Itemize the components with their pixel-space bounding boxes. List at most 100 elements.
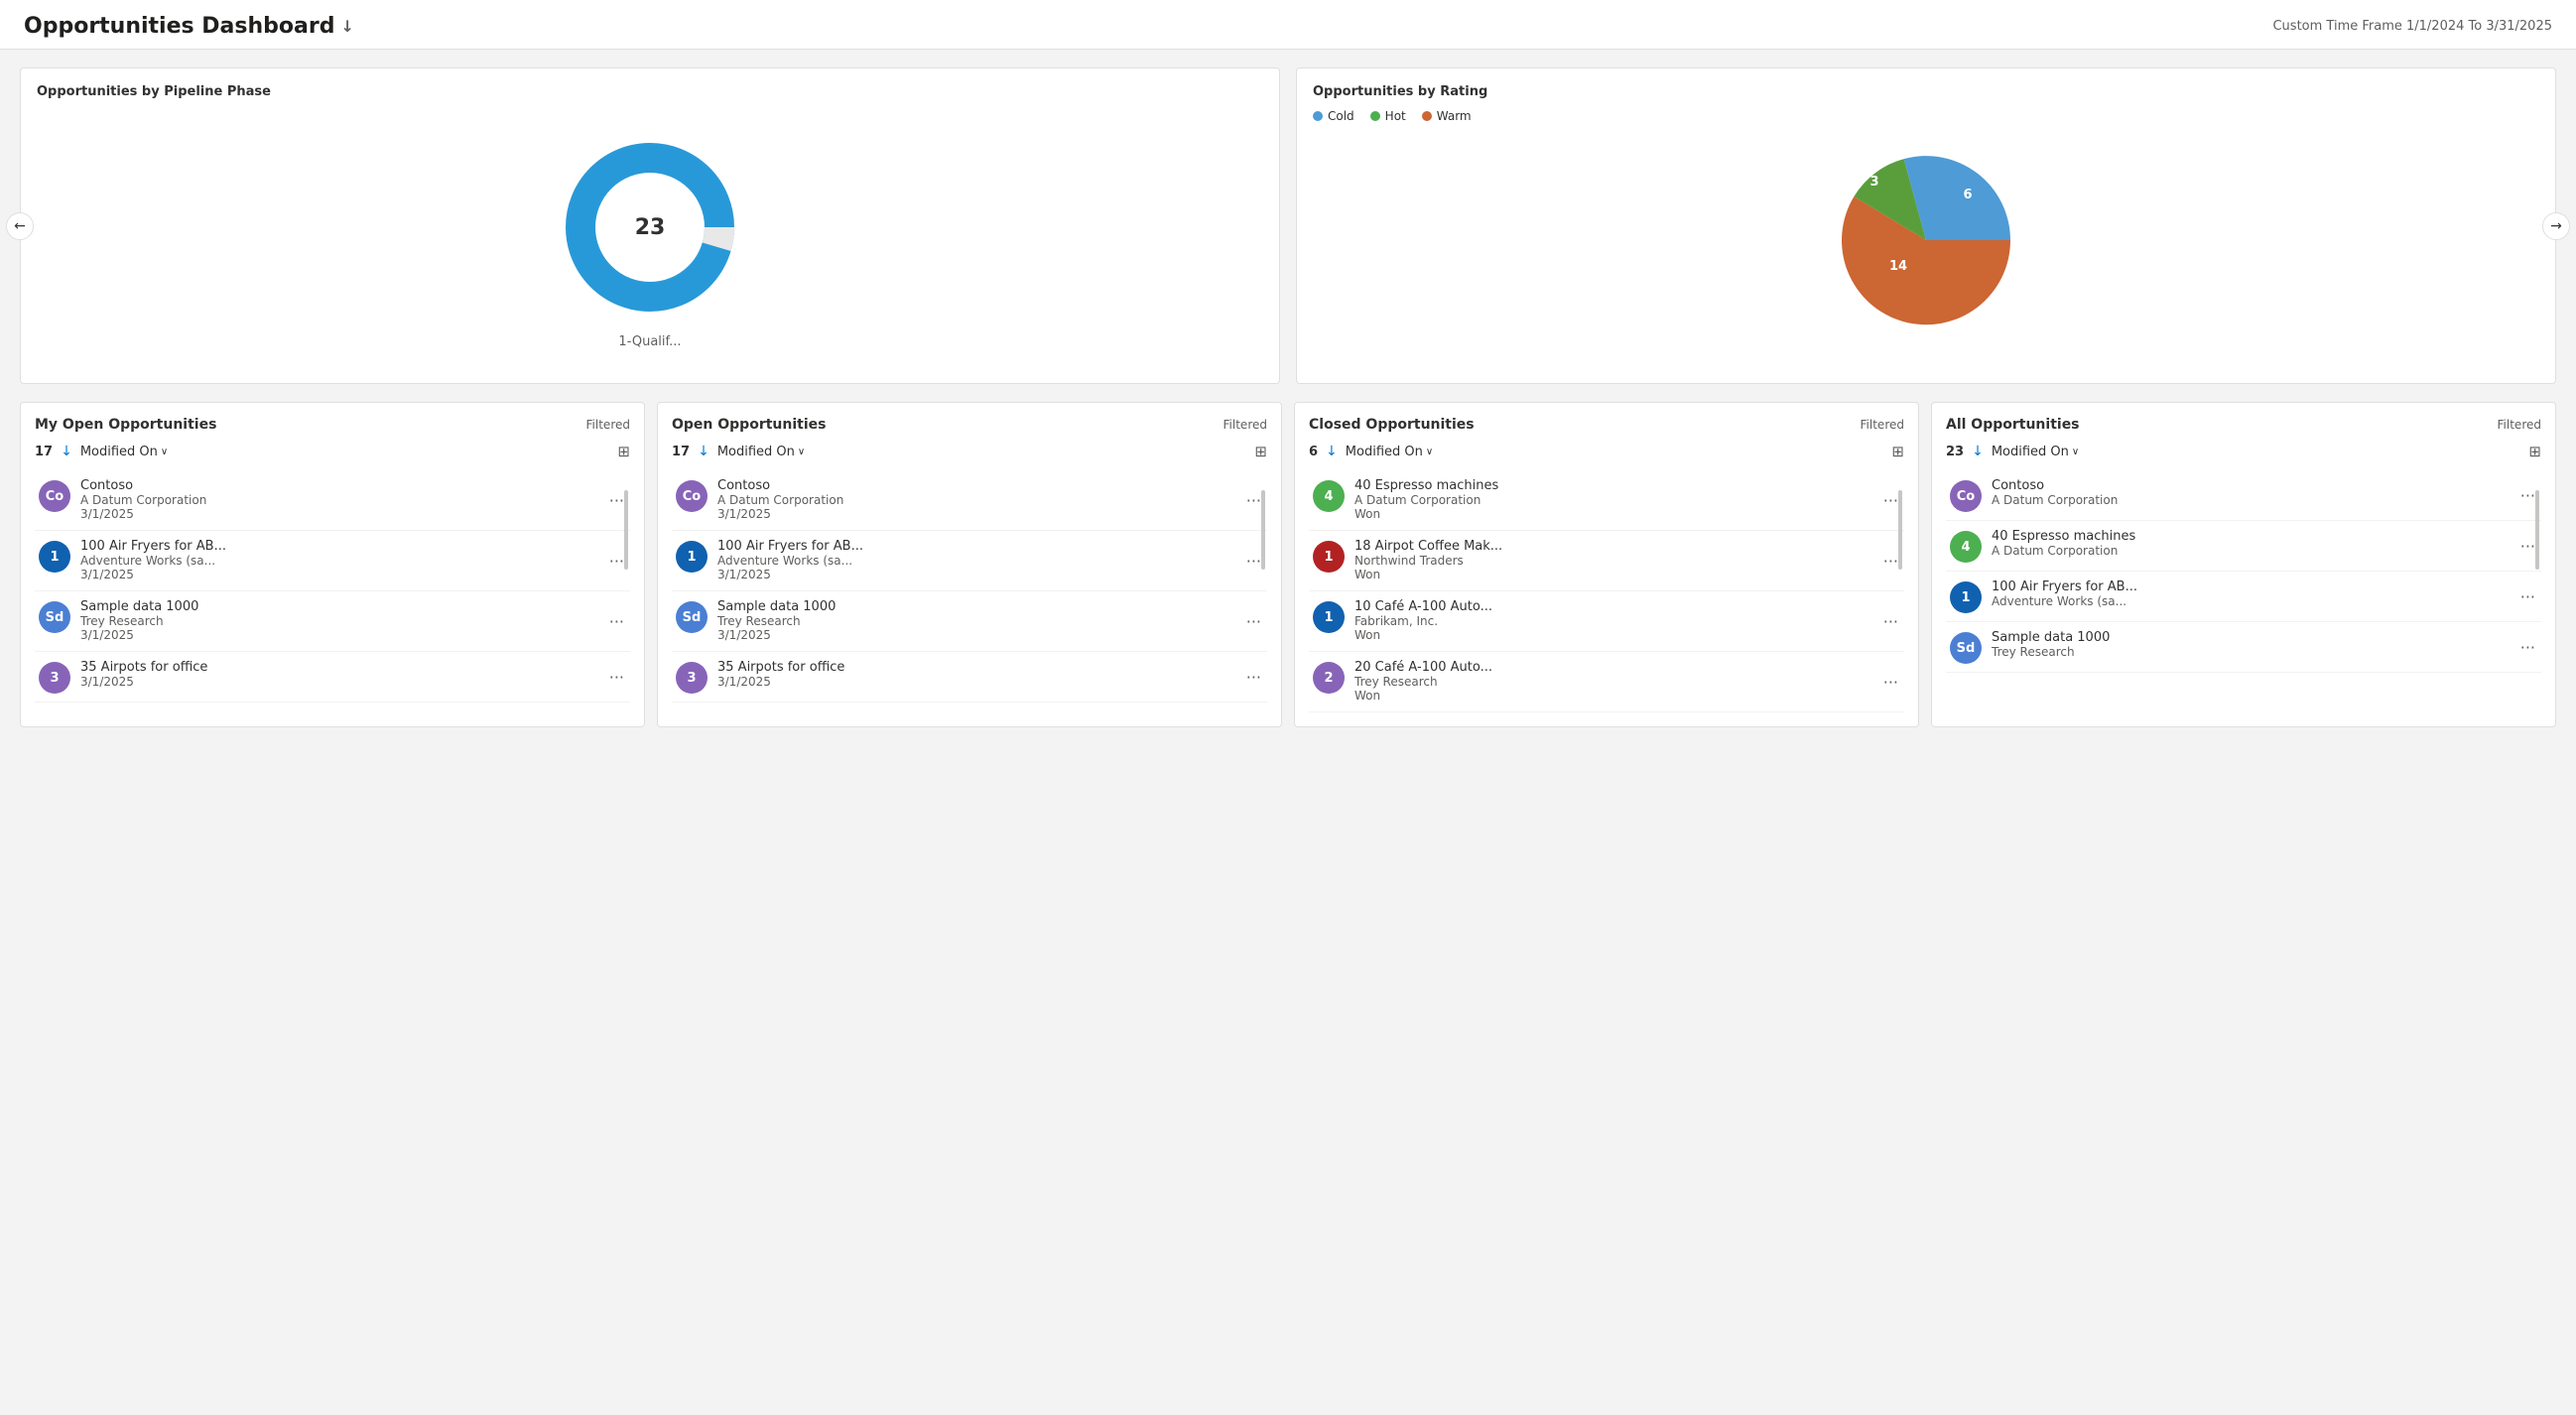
list-scrollbar-closed[interactable] <box>1898 490 1902 570</box>
list-item-all-1[interactable]: 4 40 Espresso machines A Datum Corporati… <box>1946 521 2541 572</box>
list-item-closed-1[interactable]: 1 18 Airpot Coffee Mak... Northwind Trad… <box>1309 531 1904 591</box>
item-sub-all-3: Trey Research <box>1992 645 2509 659</box>
list-header-my-open: My Open Opportunities Filtered <box>35 417 630 433</box>
list-item-closed-3[interactable]: 2 20 Café A-100 Auto... Trey Research Wo… <box>1309 652 1904 712</box>
list-filtered-open: Filtered <box>1224 418 1267 432</box>
item-more-my-open-2[interactable]: ··· <box>607 612 626 631</box>
title-dropdown-icon[interactable]: ↓ <box>340 17 353 36</box>
list-item-my-open-3[interactable]: 3 35 Airpots for office 3/1/2025 ··· <box>35 652 630 703</box>
page-title: Opportunities Dashboard <box>24 14 334 39</box>
sort-label-open[interactable]: Modified On ∨ <box>717 445 805 459</box>
item-name-open-3: 35 Airpots for office <box>717 660 1234 675</box>
sort-arrow-closed[interactable]: ↓ <box>1326 444 1338 459</box>
svg-text:23: 23 <box>635 215 666 240</box>
list-filtered-my-open: Filtered <box>586 418 630 432</box>
lists-row: My Open Opportunities Filtered 17 ↓ Modi… <box>20 402 2556 727</box>
list-item-open-2[interactable]: Sd Sample data 1000 Trey Research 3/1/20… <box>672 591 1267 652</box>
view-icon-closed[interactable]: ⊞ <box>1891 443 1904 460</box>
item-name-closed-2: 10 Café A-100 Auto... <box>1354 599 1871 614</box>
list-title-all: All Opportunities <box>1946 417 2080 433</box>
item-info-all-3: Sample data 1000 Trey Research <box>1992 630 2509 659</box>
item-more-my-open-3[interactable]: ··· <box>607 668 626 687</box>
list-item-closed-2[interactable]: 1 10 Café A-100 Auto... Fabrikam, Inc. W… <box>1309 591 1904 652</box>
list-filtered-all: Filtered <box>2498 418 2541 432</box>
list-item-all-0[interactable]: Co Contoso A Datum Corporation ··· <box>1946 470 2541 521</box>
sort-label-all[interactable]: Modified On ∨ <box>1992 445 2079 459</box>
item-status-closed-0: Won <box>1354 507 1380 521</box>
sort-arrow-my-open[interactable]: ↓ <box>61 444 72 459</box>
item-date-my-open-2: 3/1/2025 <box>80 628 134 642</box>
list-item-my-open-2[interactable]: Sd Sample data 1000 Trey Research 3/1/20… <box>35 591 630 652</box>
pipeline-chart-title: Opportunities by Pipeline Phase <box>37 84 1263 99</box>
sort-label-closed[interactable]: Modified On ∨ <box>1346 445 1433 459</box>
item-more-all-3[interactable]: ··· <box>2518 638 2537 657</box>
view-icon-open[interactable]: ⊞ <box>1254 443 1267 460</box>
page-header: Opportunities Dashboard ↓ Custom Time Fr… <box>0 0 2576 50</box>
item-more-open-3[interactable]: ··· <box>1244 668 1263 687</box>
list-items-all: Co Contoso A Datum Corporation ··· 4 40 … <box>1946 470 2541 673</box>
list-title-my-open: My Open Opportunities <box>35 417 216 433</box>
list-count-open: 17 <box>672 445 690 459</box>
item-date-my-open-1: 3/1/2025 <box>80 568 134 581</box>
item-date-open-0: 3/1/2025 <box>717 507 771 521</box>
sort-label-my-open[interactable]: Modified On ∨ <box>80 445 168 459</box>
list-scrollbar-my-open[interactable] <box>624 490 628 570</box>
list-count-my-open: 17 <box>35 445 53 459</box>
list-item-all-3[interactable]: Sd Sample data 1000 Trey Research ··· <box>1946 622 2541 673</box>
item-more-all-2[interactable]: ··· <box>2518 587 2537 606</box>
item-more-closed-2[interactable]: ··· <box>1881 612 1900 631</box>
item-info-all-1: 40 Espresso machines A Datum Corporation <box>1992 529 2509 558</box>
view-icon-all[interactable]: ⊞ <box>2528 443 2541 460</box>
view-icon-my-open[interactable]: ⊞ <box>617 443 630 460</box>
list-item-open-3[interactable]: 3 35 Airpots for office 3/1/2025 ··· <box>672 652 1267 703</box>
list-card-all: All Opportunities Filtered 23 ↓ Modified… <box>1931 402 2556 727</box>
left-nav-arrow[interactable]: ← <box>6 212 34 240</box>
list-item-open-1[interactable]: 1 100 Air Fryers for AB... Adventure Wor… <box>672 531 1267 591</box>
list-item-my-open-1[interactable]: 1 100 Air Fryers for AB... Adventure Wor… <box>35 531 630 591</box>
list-item-open-0[interactable]: Co Contoso A Datum Corporation 3/1/2025 … <box>672 470 1267 531</box>
avatar-my-open-2: Sd <box>39 601 70 633</box>
item-name-all-2: 100 Air Fryers for AB... <box>1992 579 2509 594</box>
item-info-my-open-0: Contoso A Datum Corporation 3/1/2025 <box>80 478 597 522</box>
item-name-all-3: Sample data 1000 <box>1992 630 2509 645</box>
right-nav-arrow[interactable]: → <box>2542 212 2570 240</box>
list-count-closed: 6 <box>1309 445 1318 459</box>
avatar-all-0: Co <box>1950 480 1982 512</box>
list-scrollbar-all[interactable] <box>2535 490 2539 570</box>
legend-hot-dot <box>1370 111 1380 121</box>
list-items-open: Co Contoso A Datum Corporation 3/1/2025 … <box>672 470 1267 703</box>
item-sub-all-2: Adventure Works (sa... <box>1992 594 2509 608</box>
avatar-all-1: 4 <box>1950 531 1982 563</box>
rating-chart-title: Opportunities by Rating <box>1313 84 2539 99</box>
item-status-closed-3: Won <box>1354 689 1380 703</box>
pie-group: 6 3 14 <box>1842 156 2010 324</box>
legend-cold-label: Cold <box>1328 109 1354 123</box>
item-sub-open-1: Adventure Works (sa... <box>717 554 1234 568</box>
item-more-open-2[interactable]: ··· <box>1244 612 1263 631</box>
pie-svg: 6 3 14 <box>1807 131 2045 349</box>
sort-arrow-all[interactable]: ↓ <box>1972 444 1984 459</box>
item-name-my-open-1: 100 Air Fryers for AB... <box>80 539 597 554</box>
avatar-my-open-1: 1 <box>39 541 70 573</box>
item-name-closed-3: 20 Café A-100 Auto... <box>1354 660 1871 675</box>
list-controls-all: 23 ↓ Modified On ∨ ⊞ <box>1946 443 2541 460</box>
avatar-open-0: Co <box>676 480 708 512</box>
donut-label: 1-Qualif... <box>618 334 681 349</box>
item-name-open-1: 100 Air Fryers for AB... <box>717 539 1234 554</box>
item-name-open-2: Sample data 1000 <box>717 599 1234 614</box>
list-items-closed: 4 40 Espresso machines A Datum Corporati… <box>1309 470 1904 712</box>
item-name-my-open-0: Contoso <box>80 478 597 493</box>
item-more-closed-3[interactable]: ··· <box>1881 673 1900 692</box>
list-item-closed-0[interactable]: 4 40 Espresso machines A Datum Corporati… <box>1309 470 1904 531</box>
list-title-open: Open Opportunities <box>672 417 826 433</box>
item-info-all-0: Contoso A Datum Corporation <box>1992 478 2509 507</box>
legend-warm: Warm <box>1422 109 1472 123</box>
list-item-all-2[interactable]: 1 100 Air Fryers for AB... Adventure Wor… <box>1946 572 2541 622</box>
avatar-my-open-3: 3 <box>39 662 70 694</box>
sort-arrow-open[interactable]: ↓ <box>698 444 709 459</box>
list-item-my-open-0[interactable]: Co Contoso A Datum Corporation 3/1/2025 … <box>35 470 630 531</box>
list-scrollbar-open[interactable] <box>1261 490 1265 570</box>
main-content: ← Opportunities by Pipeline Phase 23 1-Q… <box>0 50 2576 745</box>
item-info-open-3: 35 Airpots for office 3/1/2025 <box>717 660 1234 690</box>
item-info-all-2: 100 Air Fryers for AB... Adventure Works… <box>1992 579 2509 608</box>
